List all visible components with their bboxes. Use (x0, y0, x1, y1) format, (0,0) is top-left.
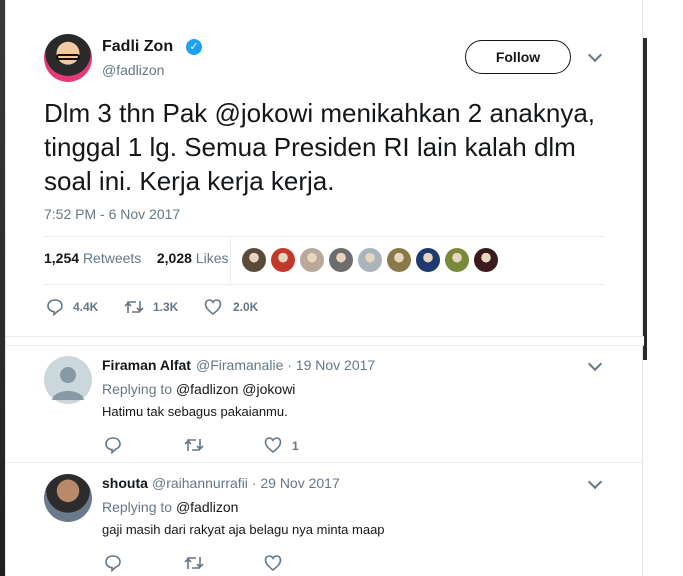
retweets-count[interactable]: 1,254 (44, 250, 79, 266)
reply-author-handle: @Firamanalie · 19 Nov 2017 (196, 357, 375, 373)
reply-icon[interactable] (46, 298, 64, 316)
tweet-timestamp[interactable]: 7:52 PM - 6 Nov 2017 (44, 206, 180, 222)
divider (44, 284, 604, 285)
replying-prefix: Replying to (102, 499, 173, 515)
liker-avatar[interactable] (445, 248, 469, 272)
like-count: 2.0K (233, 300, 259, 314)
reply-text: Hatimu tak sebagus pakaianmu. (102, 404, 288, 419)
liker-avatar[interactable] (387, 248, 411, 272)
reply-handle[interactable]: @Firamanalie (196, 357, 283, 373)
follow-button[interactable]: Follow (465, 40, 571, 74)
reply-date[interactable]: · 29 Nov 2017 (252, 475, 340, 491)
likes-label[interactable]: Likes (196, 250, 229, 266)
reply-icon[interactable] (104, 436, 122, 454)
retweets-label[interactable]: Retweets (83, 250, 141, 266)
author-handle[interactable]: @fadlizon (102, 62, 164, 78)
reply-text: gaji masih dari rakyat aja belagu nya mi… (102, 522, 385, 537)
replying-to: Replying to @fadlizon @jokowi (102, 381, 295, 397)
likes-count[interactable]: 2,028 (157, 250, 192, 266)
reply-date[interactable]: · 19 Nov 2017 (287, 357, 375, 373)
reply-count: 4.4K (73, 300, 99, 314)
thread-separator (6, 336, 644, 346)
reply-like-count: 1 (292, 439, 299, 453)
tweet-menu-chevron-down-icon[interactable] (587, 47, 603, 63)
replying-to-handles[interactable]: @fadlizon (176, 499, 238, 515)
tweet-stats: 1,254 Retweets 2,028 Likes (44, 250, 228, 266)
replying-prefix: Replying to (102, 381, 173, 397)
replying-to: Replying to @fadlizon (102, 499, 238, 515)
reply-avatar[interactable] (44, 474, 92, 522)
retweet-count: 1.3K (153, 300, 179, 314)
liker-avatar[interactable] (271, 248, 295, 272)
reply-author-handle: @raihannurrafii · 29 Nov 2017 (152, 475, 340, 491)
tweet-text: Dlm 3 thn Pak @jokowi menikahkan 2 anakn… (44, 98, 596, 196)
reply-icon[interactable] (104, 554, 122, 572)
author-name[interactable]: Fadli Zon (102, 38, 173, 56)
author-avatar[interactable] (44, 34, 92, 82)
verified-icon: ✓ (186, 39, 202, 55)
liker-avatar[interactable] (416, 248, 440, 272)
heart-icon[interactable] (204, 298, 222, 316)
heart-icon[interactable] (264, 436, 282, 454)
heart-icon[interactable] (264, 554, 282, 572)
retweet-icon[interactable] (124, 298, 144, 316)
liker-avatar[interactable] (300, 248, 324, 272)
divider (6, 462, 644, 463)
reply-menu-chevron-down-icon[interactable] (587, 474, 603, 490)
liker-avatar[interactable] (474, 248, 498, 272)
reply-author-name[interactable]: shouta (102, 475, 148, 491)
divider (44, 236, 604, 237)
tweet-card: Fadli Zon ✓ @fadlizon Follow Dlm 3 thn P… (5, 0, 644, 576)
retweet-icon[interactable] (184, 436, 204, 454)
stats-separator (230, 238, 231, 282)
reply-avatar[interactable] (44, 356, 92, 404)
liker-avatar[interactable] (358, 248, 382, 272)
reply-menu-chevron-down-icon[interactable] (587, 356, 603, 372)
liker-avatar[interactable] (242, 248, 266, 272)
backdrop-right (643, 0, 683, 576)
replying-to-handles[interactable]: @fadlizon @jokowi (176, 381, 295, 397)
retweet-icon[interactable] (184, 554, 204, 572)
liker-avatar[interactable] (329, 248, 353, 272)
reply-handle[interactable]: @raihannurrafii (152, 475, 248, 491)
reply-author-name[interactable]: Firaman Alfat (102, 357, 191, 373)
